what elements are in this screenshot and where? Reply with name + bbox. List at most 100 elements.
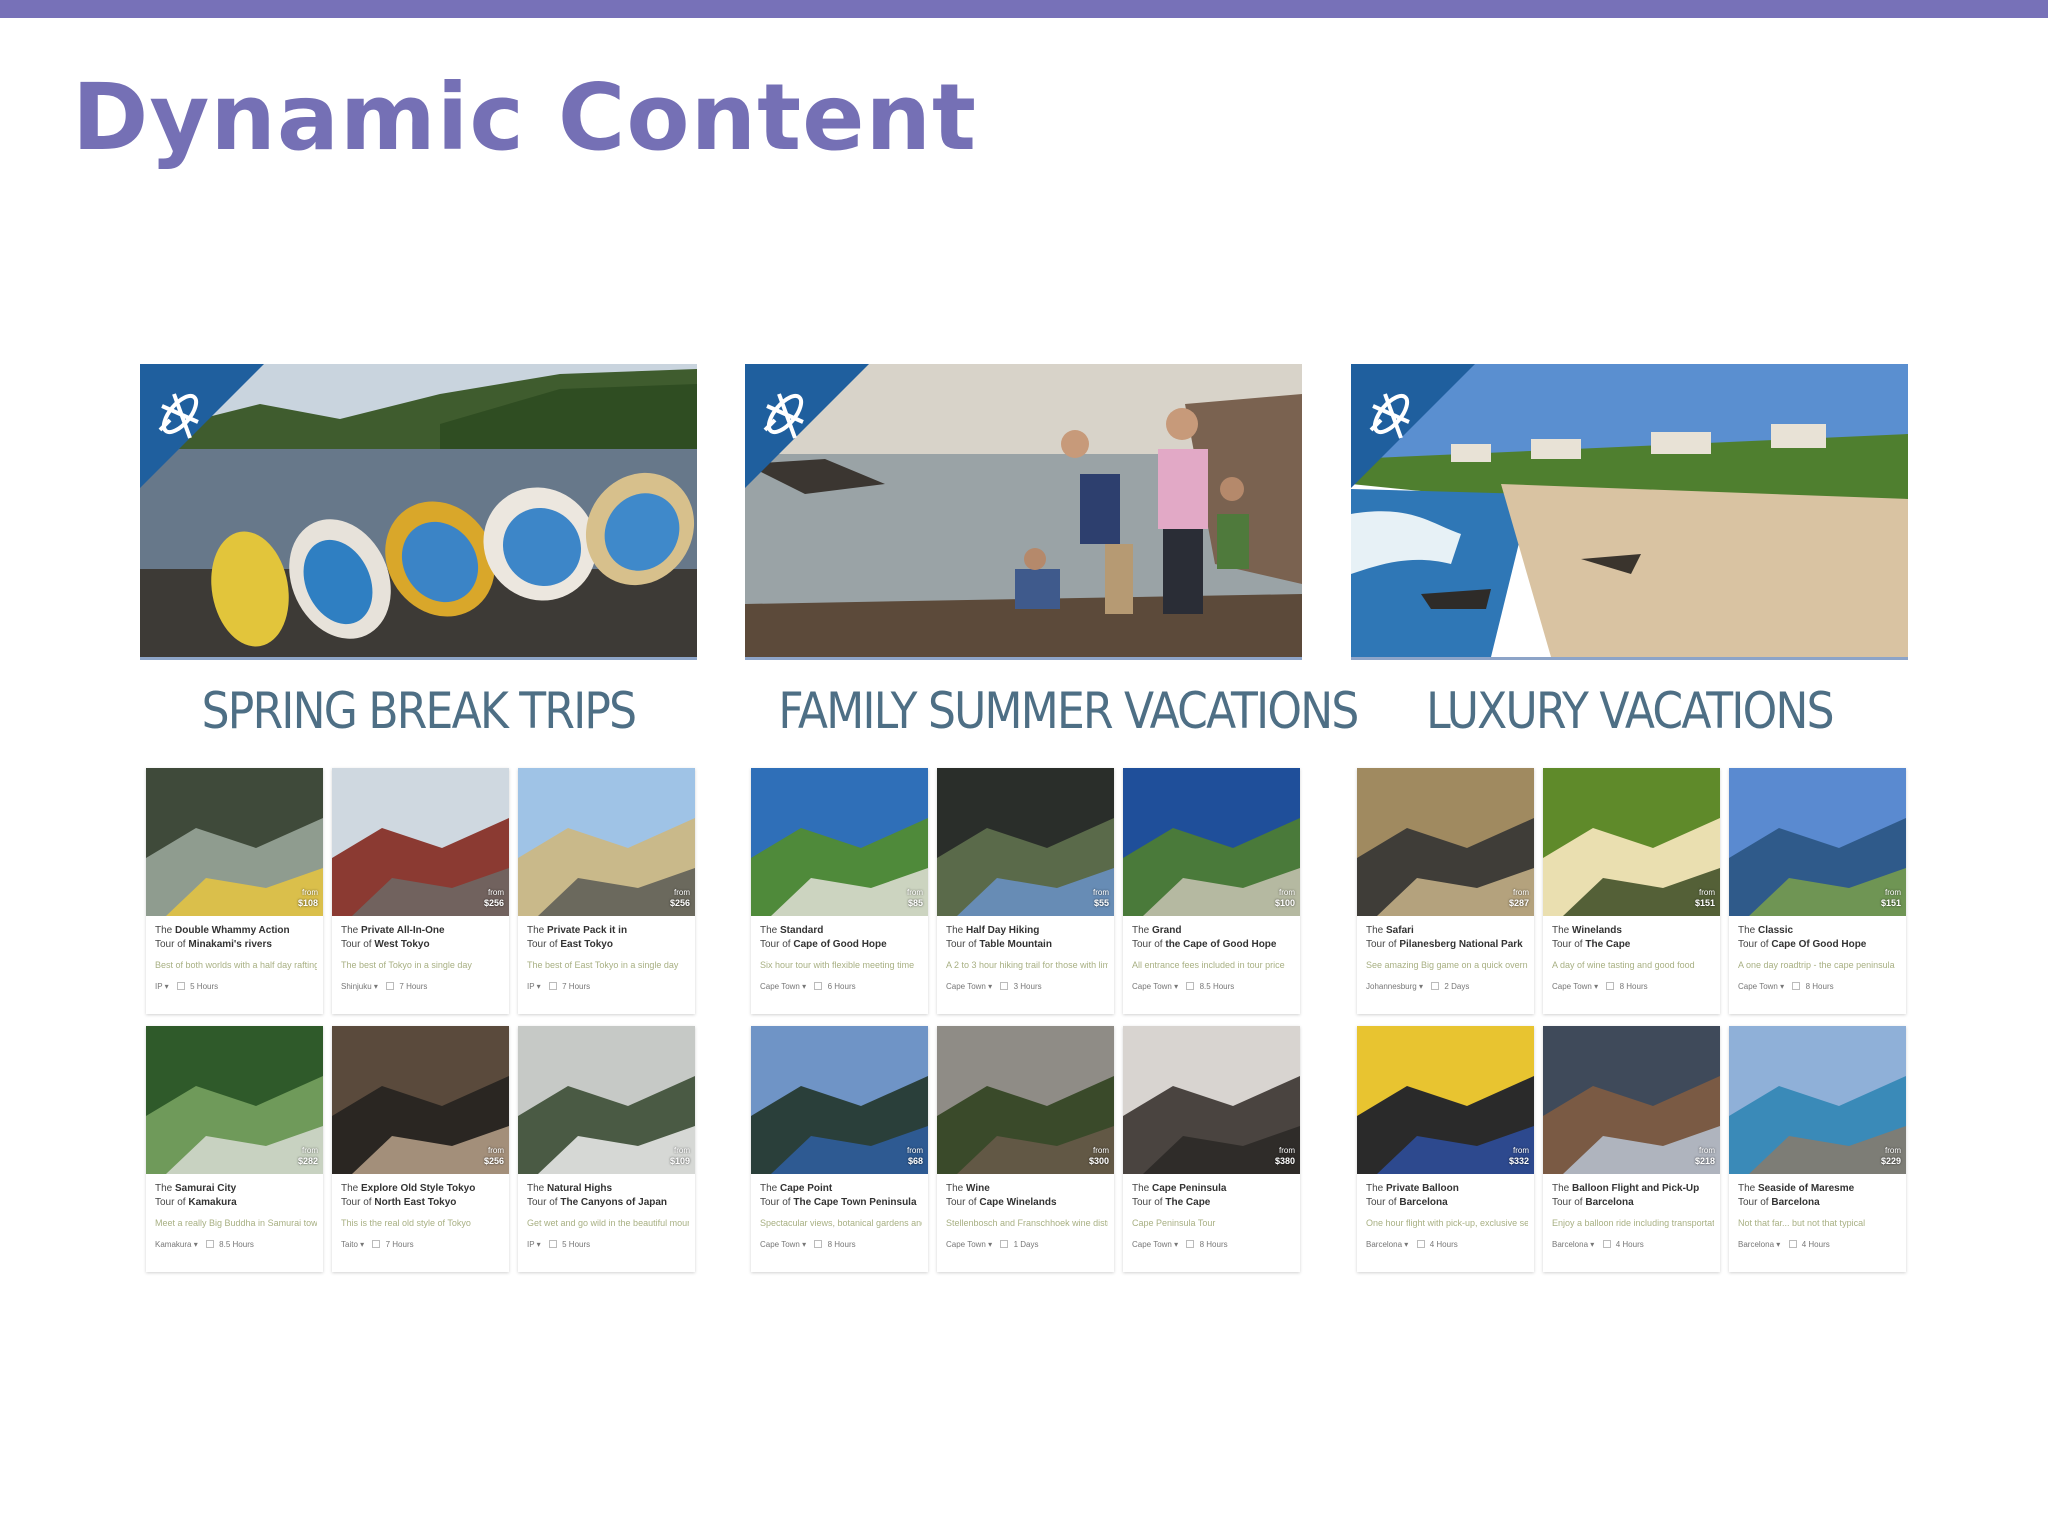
tour-title[interactable]: The Private All-In-One bbox=[341, 924, 503, 938]
tour-title[interactable]: The Samurai City bbox=[155, 1182, 317, 1196]
tour-thumbnail[interactable]: from $229 bbox=[1729, 1026, 1906, 1174]
price-tag: from $218 bbox=[1694, 1146, 1715, 1166]
tour-description: One hour flight with pick-up, exclusive … bbox=[1366, 1218, 1528, 1228]
tour-meta: Cape Town ▾ 3 Hours bbox=[946, 982, 1042, 991]
clock-icon bbox=[176, 982, 185, 990]
location-label: Cape Town bbox=[1552, 982, 1592, 991]
tour-thumbnail[interactable]: from $256 bbox=[332, 768, 509, 916]
clock-icon bbox=[1000, 982, 1009, 990]
tour-card[interactable]: from $100 The Grand Tour of the Cape of … bbox=[1123, 768, 1300, 1014]
tour-card[interactable]: from $68 The Cape Point Tour of The Cape… bbox=[751, 1026, 928, 1272]
tour-card[interactable]: from $109 The Natural Highs Tour of The … bbox=[518, 1026, 695, 1272]
section-heading: LUXURY VACATIONS bbox=[1426, 682, 1834, 740]
location-label: Cape Town bbox=[760, 982, 800, 991]
clock-icon bbox=[548, 982, 557, 990]
clock-icon bbox=[386, 982, 395, 990]
slide-title: Dynamic Content bbox=[72, 64, 977, 171]
tour-card[interactable]: from $229 The Seaside of Maresme Tour of… bbox=[1729, 1026, 1906, 1272]
tour-card[interactable]: from $85 The Standard Tour of Cape of Go… bbox=[751, 768, 928, 1014]
tour-title[interactable]: The Natural Highs bbox=[527, 1182, 689, 1196]
tour-card[interactable]: from $256 The Private All-In-One Tour of… bbox=[332, 768, 509, 1014]
duration-label: 7 Hours bbox=[399, 982, 428, 991]
tour-card[interactable]: from $151 The Winelands Tour of The Cape… bbox=[1543, 768, 1720, 1014]
tour-thumbnail[interactable]: from $151 bbox=[1729, 768, 1906, 916]
clock-icon bbox=[372, 1240, 381, 1248]
price-tag: from $85 bbox=[907, 888, 923, 908]
tour-title[interactable]: The Classic bbox=[1738, 924, 1900, 938]
hero-image bbox=[1351, 364, 1908, 660]
tour-meta: Barcelona ▾ 4 Hours bbox=[1366, 1240, 1458, 1249]
location-label: Cape Town bbox=[946, 982, 986, 991]
airplane-icon bbox=[745, 364, 869, 488]
duration-label: 4 Hours bbox=[1801, 1240, 1830, 1249]
tour-card[interactable]: from $218 The Balloon Flight and Pick-Up… bbox=[1543, 1026, 1720, 1272]
tour-title[interactable]: The Wine bbox=[946, 1182, 1108, 1196]
tour-card[interactable]: from $108 The Double Whammy Action Tour … bbox=[146, 768, 323, 1014]
price-tag: from $256 bbox=[483, 888, 504, 908]
price-tag: from $151 bbox=[1880, 888, 1901, 908]
location-label: Kamakura bbox=[155, 1240, 192, 1249]
price-tag: from $109 bbox=[669, 1146, 690, 1166]
tour-description: Get wet and go wild in the beautiful mou… bbox=[527, 1218, 689, 1228]
tour-thumbnail[interactable]: from $218 bbox=[1543, 1026, 1720, 1174]
tour-subtitle: Tour of Table Mountain bbox=[946, 939, 1052, 950]
tour-thumbnail[interactable]: from $108 bbox=[146, 768, 323, 916]
price-tag: from $100 bbox=[1274, 888, 1295, 908]
tour-title[interactable]: The Balloon Flight and Pick-Up bbox=[1552, 1182, 1714, 1196]
tour-title[interactable]: The Grand bbox=[1132, 924, 1294, 938]
tour-description: The best of Tokyo in a single day bbox=[341, 960, 472, 970]
tour-thumbnail[interactable]: from $256 bbox=[332, 1026, 509, 1174]
tour-description: A one day roadtrip - the cape peninsula bbox=[1738, 960, 1895, 970]
tour-title[interactable]: The Private Pack it in bbox=[527, 924, 689, 938]
tour-thumbnail[interactable]: from $282 bbox=[146, 1026, 323, 1174]
clock-icon bbox=[814, 1240, 823, 1248]
tour-thumbnail[interactable]: from $300 bbox=[937, 1026, 1114, 1174]
tour-card[interactable]: from $256 The Explore Old Style Tokyo To… bbox=[332, 1026, 509, 1272]
location-label: Barcelona bbox=[1366, 1240, 1403, 1249]
tour-card[interactable]: from $287 The Safari Tour of Pilanesberg… bbox=[1357, 768, 1534, 1014]
tour-card[interactable]: from $151 The Classic Tour of Cape Of Go… bbox=[1729, 768, 1906, 1014]
tour-thumbnail[interactable]: from $332 bbox=[1357, 1026, 1534, 1174]
tour-thumbnail[interactable]: from $85 bbox=[751, 768, 928, 916]
tour-card[interactable]: from $332 The Private Balloon Tour of Ba… bbox=[1357, 1026, 1534, 1272]
clock-icon bbox=[548, 1240, 557, 1248]
location-label: IP bbox=[155, 982, 163, 991]
location-label: Cape Town bbox=[760, 1240, 800, 1249]
tour-title[interactable]: The Double Whammy Action bbox=[155, 924, 317, 938]
location-label: IP bbox=[527, 1240, 535, 1249]
tour-thumbnail[interactable]: from $100 bbox=[1123, 768, 1300, 916]
tour-title[interactable]: The Half Day Hiking bbox=[946, 924, 1108, 938]
tour-title[interactable]: The Safari bbox=[1366, 924, 1528, 938]
tour-thumbnail[interactable]: from $287 bbox=[1357, 768, 1534, 916]
tour-thumbnail[interactable]: from $151 bbox=[1543, 768, 1720, 916]
location-label: Cape Town bbox=[946, 1240, 986, 1249]
tour-thumbnail[interactable]: from $55 bbox=[937, 768, 1114, 916]
tour-title[interactable]: The Winelands bbox=[1552, 924, 1714, 938]
tour-title[interactable]: The Cape Peninsula bbox=[1132, 1182, 1294, 1196]
duration-label: 8 Hours bbox=[1619, 982, 1648, 991]
tour-subtitle: Tour of East Tokyo bbox=[527, 939, 613, 950]
tour-title[interactable]: The Private Balloon bbox=[1366, 1182, 1528, 1196]
tour-thumbnail[interactable]: from $109 bbox=[518, 1026, 695, 1174]
location-label: Cape Town bbox=[1132, 982, 1172, 991]
tour-title[interactable]: The Seaside of Maresme bbox=[1738, 1182, 1900, 1196]
tour-card[interactable]: from $300 The Wine Tour of Cape Wineland… bbox=[937, 1026, 1114, 1272]
tour-thumbnail[interactable]: from $68 bbox=[751, 1026, 928, 1174]
tour-card[interactable]: from $256 The Private Pack it in Tour of… bbox=[518, 768, 695, 1014]
tour-subtitle: Tour of Barcelona bbox=[1738, 1197, 1820, 1208]
tour-card[interactable]: from $55 The Half Day Hiking Tour of Tab… bbox=[937, 768, 1114, 1014]
tour-card[interactable]: from $282 The Samurai City Tour of Kamak… bbox=[146, 1026, 323, 1272]
tour-title[interactable]: The Explore Old Style Tokyo bbox=[341, 1182, 503, 1196]
tour-description: A 2 to 3 hour hiking trail for those wit… bbox=[946, 960, 1108, 970]
tour-thumbnail[interactable]: from $256 bbox=[518, 768, 695, 916]
duration-label: 8 Hours bbox=[1805, 982, 1834, 991]
duration-label: 2 Days bbox=[1444, 982, 1470, 991]
tour-thumbnail[interactable]: from $380 bbox=[1123, 1026, 1300, 1174]
tour-description: All entrance fees included in tour price bbox=[1132, 960, 1285, 970]
tour-title[interactable]: The Cape Point bbox=[760, 1182, 922, 1196]
price-tag: from $300 bbox=[1088, 1146, 1109, 1166]
tour-description: Cape Peninsula Tour bbox=[1132, 1218, 1216, 1228]
tour-title[interactable]: The Standard bbox=[760, 924, 922, 938]
tour-card[interactable]: from $380 The Cape Peninsula Tour of The… bbox=[1123, 1026, 1300, 1272]
clock-icon bbox=[1788, 1240, 1797, 1248]
